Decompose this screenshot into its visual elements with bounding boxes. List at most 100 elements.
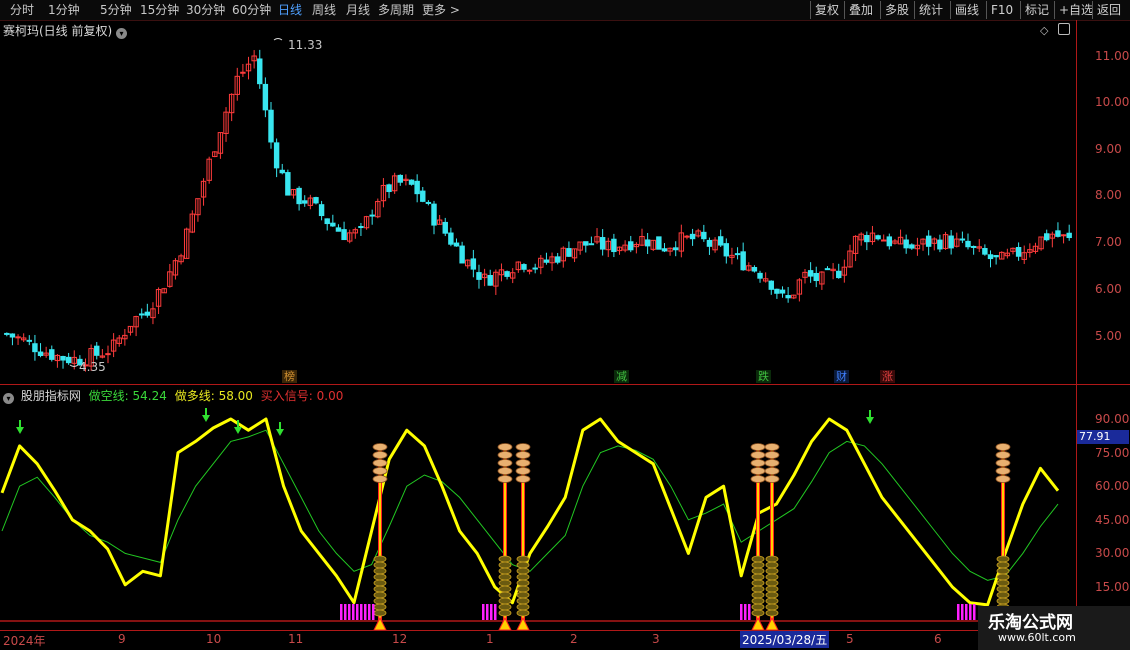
candle-body: [408, 179, 415, 185]
buy-signal-cap: [995, 475, 1011, 483]
candle-body: [723, 243, 730, 257]
buy-signal-base: [516, 567, 530, 575]
stats-button[interactable]: 统计: [914, 1, 947, 19]
period-tab-multi[interactable]: 多周期: [378, 2, 414, 18]
buy-signal-base: [751, 573, 765, 581]
event-label: 榜: [284, 370, 295, 383]
date-label: 3: [652, 632, 660, 646]
buy-signal-base: [373, 597, 387, 605]
watermark: 乐淘公式网 www.60lt.com: [978, 606, 1130, 650]
candlestick-panel[interactable]: 11.33 4.35: [0, 20, 1076, 384]
draw-button[interactable]: 画线: [950, 1, 983, 19]
buy-signal-cap: [750, 467, 766, 475]
period-tab-1min[interactable]: 1分钟: [48, 2, 80, 18]
candle-body: [1015, 247, 1022, 257]
buy-signal-base: [765, 597, 779, 605]
date-axis: 2024年 9 10 11 12 1 2 3 2025/03/28/五 5 6: [0, 630, 1076, 650]
candle-body: [15, 336, 21, 339]
candle-body: [318, 204, 325, 217]
period-tab-monthly[interactable]: 月线: [346, 2, 370, 18]
period-tab-intraday[interactable]: 分时: [10, 2, 34, 18]
candle-body: [751, 267, 758, 272]
buy-signal-cap: [497, 451, 513, 459]
watermark-name: 乐淘公式网: [988, 613, 1073, 633]
candle-body: [706, 239, 713, 247]
chevron-right-icon: >: [449, 3, 460, 17]
candle-body: [628, 241, 634, 251]
period-tab-weekly[interactable]: 周线: [312, 2, 336, 18]
buy-signal-cap: [750, 475, 766, 483]
overlay-button[interactable]: 叠加: [844, 1, 877, 19]
buy-signal-base: [516, 597, 530, 605]
panel-toggle-icon[interactable]: [1058, 23, 1070, 35]
buy-signal-cap: [995, 459, 1011, 467]
event-marker[interactable]: 跌: [756, 370, 771, 383]
f10-button[interactable]: F10: [986, 1, 1017, 19]
diamond-icon[interactable]: ◇: [1040, 24, 1048, 37]
candle-body: [504, 271, 510, 277]
add-watchlist-button[interactable]: +自选: [1054, 1, 1097, 19]
candle-body: [757, 272, 763, 279]
event-marker[interactable]: 财: [834, 370, 849, 383]
period-tab-30min[interactable]: 30分钟: [186, 2, 225, 18]
period-tab-5min[interactable]: 5分钟: [100, 2, 132, 18]
magenta-bar: [348, 604, 351, 620]
event-marker[interactable]: 减: [614, 370, 629, 383]
candle-body: [94, 345, 100, 356]
buy-signal-base: [516, 609, 530, 617]
chevron-down-icon[interactable]: ▾: [116, 28, 128, 39]
event-marker[interactable]: 涨: [880, 370, 895, 383]
chevron-down-icon[interactable]: ▾: [3, 393, 14, 404]
buy-signal-cap: [497, 475, 513, 483]
candle-body: [734, 253, 741, 256]
candle-body: [864, 235, 870, 243]
buy-signal-cap: [764, 459, 780, 467]
buy-signal-base: [996, 591, 1010, 599]
candle-body: [987, 254, 994, 260]
candle-body: [993, 255, 999, 258]
multi-stock-button[interactable]: 多股: [880, 1, 913, 19]
date-label: 9: [118, 632, 126, 646]
candle-body: [262, 83, 269, 111]
candle-body: [9, 333, 16, 338]
candle-body: [588, 243, 595, 246]
mark-button[interactable]: 标记: [1020, 1, 1053, 19]
price-tick: 7.00: [1095, 235, 1122, 249]
candle-body: [774, 288, 780, 294]
magenta-bar: [486, 604, 489, 620]
candle-body: [330, 222, 336, 227]
candle-body: [779, 289, 786, 294]
long-line-value: 做多线: 58.00: [174, 389, 253, 403]
buy-signal-base: [516, 591, 530, 599]
period-tab-15min[interactable]: 15分钟: [140, 2, 179, 18]
period-tab-60min[interactable]: 60分钟: [232, 2, 271, 18]
buy-signal-base: [516, 561, 530, 569]
candle-body: [32, 343, 38, 353]
candle-body: [903, 239, 909, 249]
period-tab-daily[interactable]: 日线: [278, 2, 302, 18]
candle-body: [970, 245, 977, 248]
candle-body: [701, 231, 707, 240]
candle-body: [4, 332, 10, 335]
buy-signal-base: [765, 603, 779, 611]
adjust-button[interactable]: 复权: [810, 1, 843, 19]
indicator-tick: 60.00: [1095, 479, 1130, 493]
candle-body: [611, 238, 617, 253]
back-button[interactable]: 返回: [1092, 1, 1125, 19]
candle-body: [965, 240, 971, 248]
magenta-bar: [482, 604, 485, 620]
date-label: 6: [934, 632, 942, 646]
buy-signal-value: 买入信号: 0.00: [260, 389, 344, 403]
candle-body: [341, 229, 347, 241]
buy-signal-cap: [750, 443, 766, 451]
event-marker[interactable]: 榜: [282, 370, 297, 383]
buy-signal-cap: [764, 475, 780, 483]
candle-body: [296, 187, 302, 205]
buy-signal-base: [516, 579, 530, 587]
magenta-bar: [961, 604, 964, 620]
date-label: 5: [846, 632, 854, 646]
candlestick-chart: 11.33 4.35: [4, 38, 1072, 374]
indicator-panel[interactable]: [0, 385, 1076, 631]
date-label: 2024年: [3, 634, 46, 648]
period-tab-more[interactable]: 更多 >: [422, 2, 460, 18]
